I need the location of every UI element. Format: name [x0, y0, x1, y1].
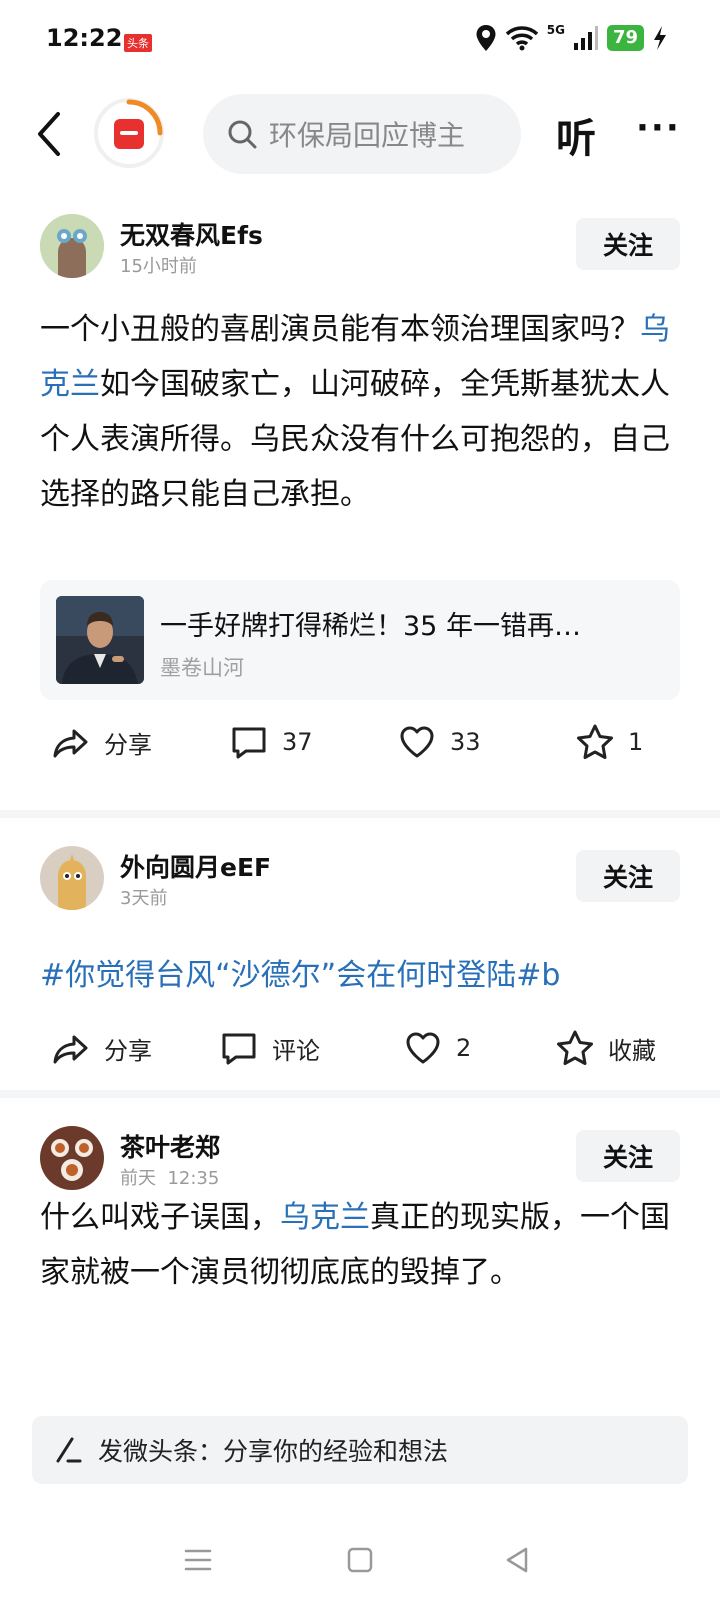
home-square-icon[interactable]	[342, 1542, 378, 1578]
share-button[interactable]: 分享	[52, 712, 152, 772]
post-body[interactable]: 一个小丑般的喜剧演员能有本领治理国家吗？乌克兰如今国破家亡，山河破碎，全凭斯基犹…	[40, 302, 680, 522]
post-text: 什么叫戏子误国，	[40, 1200, 280, 1235]
comment-count: 37	[282, 728, 313, 756]
app-badge: 头条	[124, 34, 152, 52]
location-icon	[476, 25, 496, 51]
like-button[interactable]: 2	[404, 1018, 471, 1078]
share-icon	[53, 729, 88, 758]
post-text: 一个小丑般的喜剧演员能有本领治理国家吗？	[40, 312, 640, 347]
comment-label: 评论	[272, 1036, 320, 1065]
post-body[interactable]: 什么叫戏子误国，乌克兰真正的现实版，一个国家就被一个演员彻彻底底的毁掉了。	[40, 1190, 680, 1300]
comment-button[interactable]: 37	[230, 712, 313, 772]
search-input[interactable]: 环保局回应博主	[269, 114, 499, 154]
back-triangle-icon[interactable]	[500, 1542, 536, 1578]
follow-button[interactable]: 关注	[576, 1130, 680, 1182]
article-title: 一手好牌打得稀烂！35 年一错再…	[160, 611, 581, 642]
system-navigation-bar	[0, 1530, 720, 1590]
post-card: 无双春风Efs 15小时前 关注 一个小丑般的喜剧演员能有本领治理国家吗？乌克兰…	[0, 212, 720, 792]
status-bar: 12:22 头条 5G 79	[0, 0, 720, 84]
comment-button[interactable]: 评论	[220, 1018, 320, 1078]
listen-button[interactable]: 听	[556, 106, 596, 164]
heart-icon	[400, 726, 434, 758]
follow-button[interactable]: 关注	[576, 218, 680, 270]
hashtag-tail: b	[541, 958, 561, 993]
comment-icon	[222, 1033, 256, 1065]
post-card: 外向圆月eEF 3天前 关注 #你觉得台风“沙德尔”会在何时登陆#b 分享 评论…	[0, 844, 720, 1084]
share-label: 分享	[104, 1036, 152, 1065]
logo-progress-ring	[126, 99, 163, 136]
star-icon	[577, 724, 613, 759]
like-button[interactable]: 33	[398, 712, 481, 772]
post-time: 3天前	[120, 888, 168, 909]
favorite-count: 1	[628, 728, 644, 756]
avatar-image	[40, 846, 104, 910]
star-icon	[557, 1030, 593, 1065]
search-icon	[228, 120, 257, 149]
pen-icon	[56, 1437, 82, 1463]
favorite-button[interactable]: 收藏	[556, 1018, 656, 1078]
charging-icon	[654, 26, 666, 50]
avatar[interactable]	[40, 1126, 104, 1190]
wifi-icon	[505, 26, 538, 51]
post-time: 15小时前	[120, 256, 197, 277]
share-button[interactable]: 分享	[52, 1018, 152, 1078]
author-name[interactable]: 无双春风Efs	[120, 216, 263, 252]
hashtag-topic[interactable]: #你觉得台风“沙德尔”会在何时登陆#b	[40, 950, 560, 994]
post-divider	[0, 810, 720, 818]
follow-button[interactable]: 关注	[576, 850, 680, 902]
favorite-button[interactable]: 1	[576, 712, 643, 772]
status-icons: 5G 79	[475, 23, 668, 52]
share-icon	[53, 1035, 88, 1064]
composer-placeholder: 发微头条：分享你的经验和想法	[98, 1437, 449, 1466]
menu-icon[interactable]	[180, 1542, 216, 1578]
search-box[interactable]: 环保局回应博主	[203, 94, 521, 174]
post-card: 茶叶老郑 前天 12:35 关注 什么叫戏子误国，乌克兰真正的现实版，一个国家就…	[0, 1124, 720, 1400]
post-time: 前天 12:35	[120, 1168, 220, 1189]
like-count: 33	[450, 728, 481, 756]
author-name[interactable]: 茶叶老郑	[120, 1128, 220, 1164]
status-time: 12:22	[46, 24, 123, 52]
hashtag-link[interactable]: #你觉得台风“沙德尔”会在何时登陆#	[40, 958, 541, 993]
like-count: 2	[456, 1034, 472, 1062]
post-divider	[0, 1090, 720, 1098]
comment-icon	[232, 727, 266, 759]
network-type: 5G	[546, 23, 565, 37]
article-source: 墨卷山河	[160, 656, 244, 680]
battery-indicator: 79	[606, 25, 644, 51]
avatar-image	[40, 214, 104, 278]
back-arrow-icon[interactable]	[30, 108, 70, 160]
post-text: 如今国破家亡，山河破碎，全凭斯基犹太人个人表演所得。乌民众没有什么可抱怨的，自己…	[40, 367, 670, 512]
author-name[interactable]: 外向圆月eEF	[120, 848, 271, 884]
action-bar: 分享 37 33 1	[0, 712, 720, 772]
signal-icon	[573, 26, 598, 50]
action-bar: 分享 评论 2 收藏	[0, 1018, 720, 1078]
article-thumbnail	[56, 596, 144, 684]
avatar[interactable]	[40, 846, 104, 910]
avatar[interactable]	[40, 214, 104, 278]
more-options-button[interactable]: ···	[636, 108, 681, 148]
avatar-image	[40, 1126, 104, 1190]
top-bar: 环保局回应博主 听 ···	[0, 94, 720, 174]
heart-icon	[406, 1032, 440, 1064]
linked-article-card[interactable]: 一手好牌打得稀烂！35 年一错再… 墨卷山河	[40, 580, 680, 700]
topic-link[interactable]: 乌克兰	[280, 1200, 370, 1235]
favorite-label: 收藏	[608, 1036, 656, 1065]
share-label: 分享	[104, 730, 152, 759]
composer-bar[interactable]: 发微头条：分享你的经验和想法	[32, 1416, 688, 1484]
